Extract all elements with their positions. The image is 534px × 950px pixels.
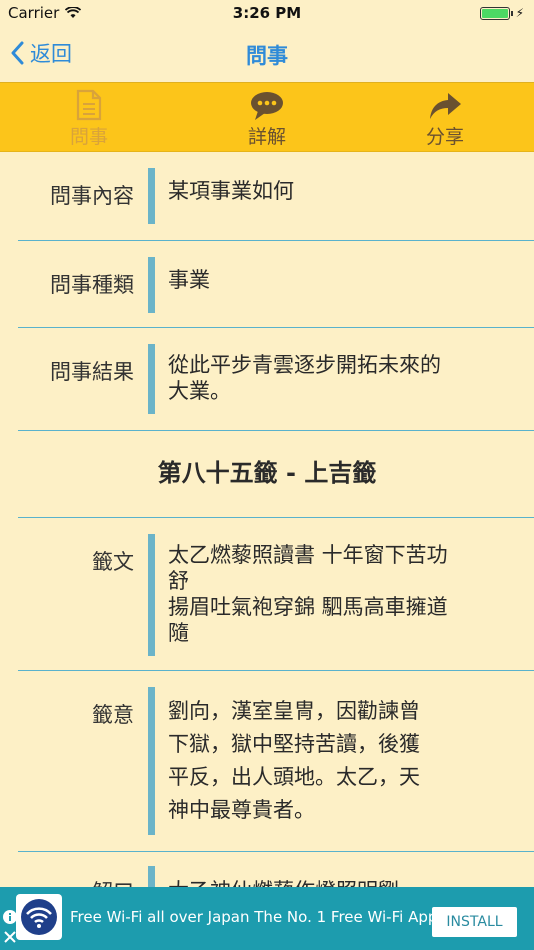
chat-bubble-icon: [251, 92, 283, 120]
charging-icon: ⚡: [515, 6, 524, 20]
row-result: 問事結果 從此平步青雲逐步開拓未來的 大業。: [18, 328, 534, 431]
type-value: 事業: [168, 268, 210, 292]
row-type: 問事種類 事業: [18, 241, 534, 328]
result-value: 從此平步青雲逐步開拓未來的 大業。: [168, 353, 441, 403]
row-divider-bar: [148, 168, 155, 224]
install-button[interactable]: INSTALL: [432, 907, 517, 937]
explain-value: 太乙神仙燃藜作燈照明劉: [168, 878, 478, 887]
row-explain: 解曰 太乙神仙燃藜作燈照明劉: [18, 852, 534, 887]
page-title: 問事: [246, 44, 288, 68]
tab-explain[interactable]: 詳解: [207, 87, 327, 149]
tab-share[interactable]: 分享: [385, 87, 505, 149]
ad-text: Free Wi-Fi all over Japan The No. 1 Free…: [70, 908, 438, 926]
sign-title: 第八十五籤 - 上吉籤: [157, 459, 377, 487]
content-value: 某項事業如何: [168, 179, 294, 203]
row-content: 問事內容 某項事業如何: [18, 152, 534, 241]
explain-label: 解曰: [18, 876, 134, 887]
row-divider-bar: [148, 687, 155, 835]
tab-ask[interactable]: 問事: [29, 87, 149, 149]
row-divider-bar: [148, 257, 155, 313]
status-time: 3:26 PM: [232, 4, 302, 22]
row-divider-bar: [148, 866, 155, 887]
poem-value: 太乙燃藜照讀書 十年窗下苦功 舒 揚眉吐氣袍穿錦 駟馬高車擁道 隨: [168, 543, 448, 645]
document-icon: [76, 89, 102, 121]
meaning-label: 籤意: [92, 703, 134, 727]
detail-list[interactable]: 問事內容 某項事業如何 問事種類 事業 問事結果 從此平步青雲逐步開拓未來的 大…: [0, 152, 534, 887]
navigation-bar: 返回 問事: [0, 26, 534, 82]
row-meaning: 籤意 劉向，漢室皇冑，因勸諫曾 下獄，獄中堅持苦讀，後獲 平反，出人頭地。太乙，…: [18, 671, 534, 852]
advertiser-logo: [16, 894, 62, 940]
ad-banner[interactable]: Free Wi-Fi all over Japan The No. 1 Free…: [0, 887, 534, 950]
row-divider-bar: [148, 344, 155, 414]
row-sign-title: 第八十五籤 - 上吉籤: [18, 431, 534, 518]
wifi-globe-icon: [21, 899, 57, 935]
row-poem: 籤文 太乙燃藜照讀書 十年窗下苦功 舒 揚眉吐氣袍穿錦 駟馬高車擁道 隨: [18, 518, 534, 671]
tab-share-label: 分享: [425, 126, 464, 148]
share-arrow-icon: [430, 93, 461, 119]
poem-label: 籤文: [92, 550, 134, 574]
content-label: 問事內容: [50, 184, 134, 208]
toolbar: 問事 詳解 分享: [0, 82, 534, 152]
battery-icon: ⚡: [479, 6, 524, 20]
tab-explain-label: 詳解: [247, 126, 286, 148]
result-label: 問事結果: [50, 360, 134, 384]
meaning-value: 劉向，漢室皇冑，因勸諫曾 下獄，獄中堅持苦讀，後獲 平反，出人頭地。太乙，天 神…: [168, 699, 420, 822]
row-divider-bar: [148, 534, 155, 656]
type-label: 問事種類: [50, 273, 134, 297]
tab-ask-label: 問事: [69, 126, 108, 148]
status-bar: Carrier 3:26 PM ⚡: [0, 0, 534, 26]
